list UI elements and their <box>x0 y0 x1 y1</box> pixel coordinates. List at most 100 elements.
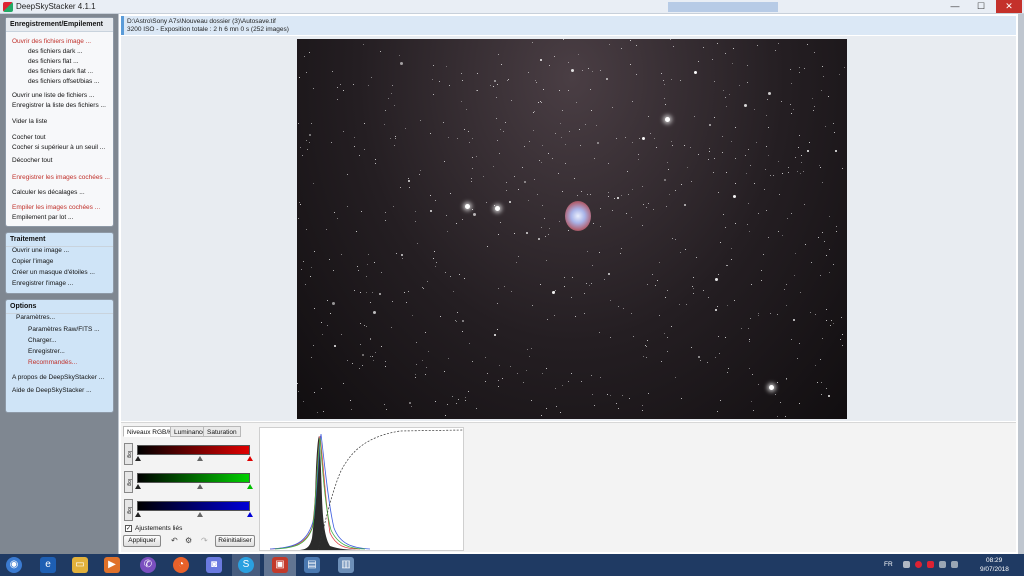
histogram[interactable] <box>259 427 464 551</box>
star <box>468 131 469 132</box>
open-dark-flat-files-link[interactable]: des fichiers dark flat ... <box>28 68 93 75</box>
undo-icon[interactable]: ↶ <box>171 536 178 545</box>
log-toggle-green[interactable]: log <box>124 471 133 493</box>
star <box>571 373 572 374</box>
open-dark-files-link[interactable]: des fichiers dark ... <box>28 48 83 55</box>
clock-time[interactable]: 08:29 <box>986 557 1002 564</box>
uncheck-all-link[interactable]: Décocher tout <box>12 157 52 164</box>
star <box>564 277 565 278</box>
skype-icon[interactable]: S <box>238 557 254 573</box>
redo-icon[interactable]: ↷ <box>201 536 208 545</box>
create-star-mask-link[interactable]: Créer un masque d'étoiles ... <box>12 269 95 276</box>
stacked-image[interactable] <box>297 39 847 419</box>
star <box>462 331 463 332</box>
stack-checked-link[interactable]: Empiler les images cochées ... <box>12 204 100 211</box>
tray-language[interactable]: FR <box>884 561 893 568</box>
minimize-button[interactable]: — <box>944 0 966 13</box>
green-level-slider[interactable] <box>137 473 250 483</box>
open-flat-files-link[interactable]: des fichiers flat ... <box>28 58 79 65</box>
tray-up-arrow-icon[interactable] <box>903 561 910 568</box>
red-white-point[interactable] <box>247 456 253 461</box>
star <box>572 277 573 278</box>
log-toggle-red[interactable]: log <box>124 443 133 465</box>
open-light-files-link[interactable]: Ouvrir des fichiers image ... <box>12 38 91 45</box>
star <box>661 361 662 362</box>
media-player-icon[interactable]: ▶ <box>104 557 120 573</box>
star <box>667 290 668 291</box>
raw-fits-settings-link[interactable]: Paramètres Raw/FITS ... <box>28 326 100 333</box>
clock-date[interactable]: 9/07/2018 <box>980 566 1009 573</box>
start-button-icon[interactable]: ◉ <box>6 557 22 573</box>
blue-level-slider[interactable] <box>137 501 250 511</box>
star <box>354 146 355 147</box>
star <box>767 99 768 100</box>
green-white-point[interactable] <box>247 484 253 489</box>
viber-icon[interactable]: ✆ <box>140 557 156 573</box>
check-above-threshold-link[interactable]: Cocher si supérieur à un seuil ... <box>12 144 105 151</box>
open-offset-files-link[interactable]: des fichiers offset/bias ... <box>28 78 99 85</box>
red-black-point[interactable] <box>135 456 141 461</box>
star <box>498 288 499 289</box>
clear-list-link[interactable]: Vider la liste <box>12 118 47 125</box>
deepskystacker-taskbar-icon[interactable]: ▣ <box>272 557 288 573</box>
reset-button[interactable]: Réinitialiser <box>215 535 255 547</box>
star <box>302 155 303 156</box>
tab-levels-rgbk[interactable]: Niveaux RGB/K <box>123 426 177 437</box>
tray-app-icon[interactable] <box>927 561 934 568</box>
image-viewer[interactable] <box>121 36 1016 421</box>
open-file-list-link[interactable]: Ouvrir une liste de fichiers ... <box>12 92 94 99</box>
batch-stacking-link[interactable]: Empilement par lot ... <box>12 214 73 221</box>
tray-network-icon[interactable] <box>939 561 946 568</box>
star <box>826 309 827 310</box>
star <box>621 248 622 249</box>
compute-offsets-link[interactable]: Calculer les décalages ... <box>12 189 85 196</box>
tab-saturation[interactable]: Saturation <box>203 426 241 437</box>
copy-image-link[interactable]: Copier l'image <box>12 258 53 265</box>
blue-midtone-point[interactable] <box>197 512 203 517</box>
star <box>764 189 765 190</box>
linked-adjustments-checkbox[interactable]: ✓ <box>125 525 132 532</box>
help-link[interactable]: Aide de DeepSkyStacker ... <box>12 387 92 394</box>
save-image-link[interactable]: Enregistrer l'image ... <box>12 280 73 287</box>
star <box>836 226 837 227</box>
discord-icon[interactable]: ◙ <box>206 557 222 573</box>
document-icon[interactable]: ▥ <box>338 557 354 573</box>
settings-gear-icon[interactable]: ⚙ <box>185 536 192 545</box>
load-settings-link[interactable]: Charger... <box>28 337 57 344</box>
green-black-point[interactable] <box>135 484 141 489</box>
file-explorer-icon[interactable]: ▭ <box>72 557 88 573</box>
star <box>804 204 805 205</box>
star <box>788 172 789 173</box>
star <box>593 223 594 224</box>
maximize-button[interactable]: ☐ <box>970 0 992 13</box>
star <box>632 101 633 102</box>
red-midtone-point[interactable] <box>197 456 203 461</box>
firefox-icon[interactable]: ◔ <box>173 557 189 573</box>
photos-icon[interactable]: ▤ <box>304 557 320 573</box>
tray-volume-icon[interactable] <box>951 561 958 568</box>
star <box>501 64 502 65</box>
background-window-tab[interactable] <box>668 2 778 12</box>
blue-white-point[interactable] <box>247 512 253 517</box>
save-settings-link[interactable]: Enregistrer... <box>28 348 65 355</box>
about-link[interactable]: A propos de DeepSkyStacker ... <box>12 374 104 381</box>
star <box>770 313 771 314</box>
log-toggle-blue[interactable]: log <box>124 499 133 521</box>
star <box>554 315 555 316</box>
open-image-link[interactable]: Ouvrir une image ... <box>12 247 69 254</box>
green-midtone-point[interactable] <box>197 484 203 489</box>
recommended-settings-link[interactable]: Recommandés... <box>28 359 77 366</box>
apply-button[interactable]: Appliquer <box>123 535 161 547</box>
save-file-list-link[interactable]: Enregistrer la liste des fichiers ... <box>12 102 106 109</box>
star <box>422 360 423 361</box>
star <box>371 77 372 78</box>
blue-black-point[interactable] <box>135 512 141 517</box>
close-button[interactable]: ✕ <box>996 0 1022 13</box>
ie-icon[interactable]: e <box>40 557 56 573</box>
check-all-link[interactable]: Cocher tout <box>12 134 46 141</box>
register-checked-link[interactable]: Enregistrer les images cochées ... <box>12 174 110 181</box>
star <box>435 266 436 267</box>
red-level-slider[interactable] <box>137 445 250 455</box>
tray-antivirus-icon[interactable] <box>915 561 922 568</box>
settings-link[interactable]: Paramètres... <box>16 314 55 321</box>
